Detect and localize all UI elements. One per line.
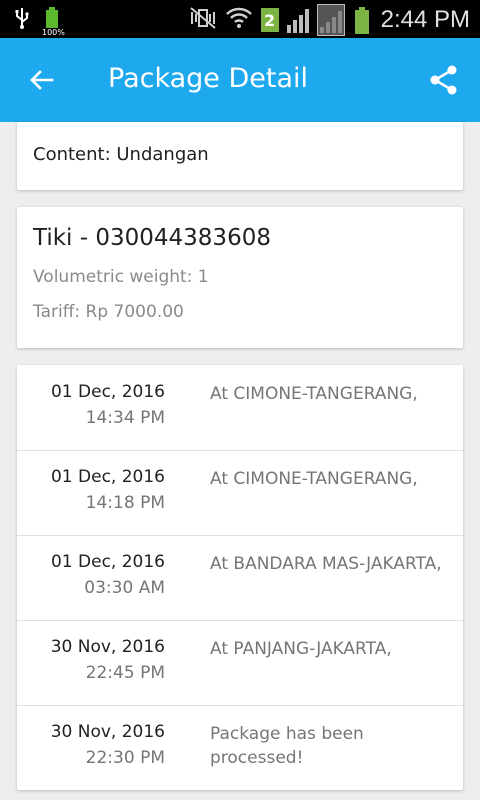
package-info-card: Tiki - 030044383608 Volumetric weight: 1… <box>17 207 463 348</box>
share-button[interactable] <box>426 62 462 98</box>
page-title: Package Detail <box>108 63 309 94</box>
history-time: 22:45 PM <box>85 663 165 683</box>
history-status: At CIMONE-TANGERANG, <box>210 384 418 404</box>
battery-percent: 100% <box>42 28 65 37</box>
battery-icon <box>353 6 369 34</box>
volumetric-weight: Volumetric weight: 1 <box>33 267 209 287</box>
history-status: At BANDARA MAS-JAKARTA, <box>210 554 442 574</box>
mute-vibrate-icon <box>189 6 217 34</box>
battery-full-icon: 100% <box>42 6 65 37</box>
history-status: Package has been processed! <box>210 724 364 768</box>
signal-strength-icon <box>286 7 309 33</box>
list-item[interactable]: 01 Dec, 2016 03:30 AM At BANDARA MAS-JAK… <box>17 535 463 621</box>
status-bar: 100% 2 2:44 PM <box>0 0 480 38</box>
tariff: Tariff: Rp 7000.00 <box>33 302 184 322</box>
history-status: At CIMONE-TANGERANG, <box>210 469 418 489</box>
history-date: 01 Dec, 2016 <box>50 382 165 402</box>
content-card: Content: Undangan <box>17 122 463 190</box>
history-time: 22:30 PM <box>85 748 165 768</box>
status-bar-right: 2 2:44 PM <box>189 4 470 36</box>
history-date: 30 Nov, 2016 <box>50 722 165 742</box>
list-item[interactable]: 30 Nov, 2016 22:30 PM Package has been p… <box>17 705 463 790</box>
history-time: 14:18 PM <box>85 493 165 513</box>
arrow-back-icon <box>30 70 54 90</box>
history-date: 30 Nov, 2016 <box>50 637 165 657</box>
usb-icon <box>14 6 30 34</box>
package-content: Content: Undangan <box>33 144 209 165</box>
back-button[interactable] <box>22 60 62 100</box>
history-date: 01 Dec, 2016 <box>50 552 165 572</box>
tracking-history-list: 01 Dec, 2016 14:34 PM At CIMONE-TANGERAN… <box>17 365 463 790</box>
history-time: 03:30 AM <box>84 578 165 598</box>
sim-2-badge: 2 <box>260 8 279 32</box>
list-item[interactable]: 01 Dec, 2016 14:34 PM At CIMONE-TANGERAN… <box>17 365 463 451</box>
list-item[interactable]: 01 Dec, 2016 14:18 PM At CIMONE-TANGERAN… <box>17 450 463 536</box>
history-status: At PANJANG-JAKARTA, <box>210 639 392 659</box>
wifi-icon <box>225 5 253 35</box>
tracking-number: Tiki - 030044383608 <box>33 225 271 251</box>
status-bar-left: 100% <box>14 6 65 37</box>
list-item[interactable]: 30 Nov, 2016 22:45 PM At PANJANG-JAKARTA… <box>17 620 463 706</box>
history-time: 14:34 PM <box>85 408 165 428</box>
signal-strength-sim2-icon <box>316 4 345 36</box>
app-bar: Package Detail <box>0 38 480 122</box>
history-date: 01 Dec, 2016 <box>50 467 165 487</box>
share-icon <box>430 65 457 95</box>
clock: 2:44 PM <box>380 6 470 33</box>
